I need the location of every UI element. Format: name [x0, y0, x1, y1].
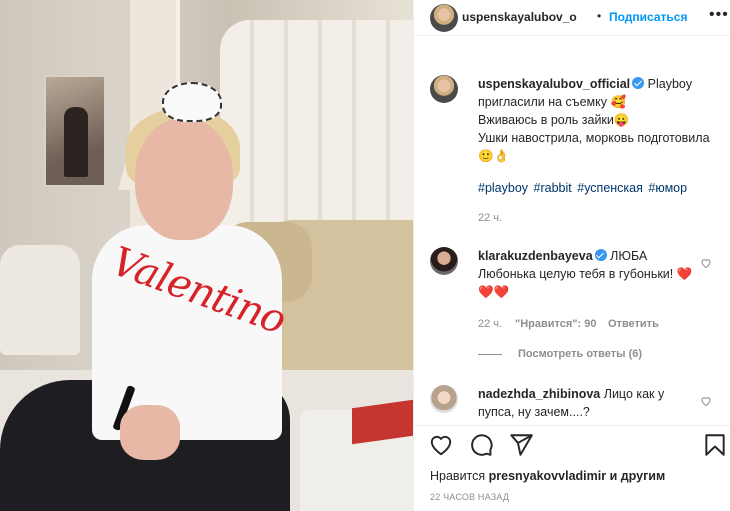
hashtag-link[interactable]: #playboy	[478, 181, 528, 195]
heart-icon[interactable]	[428, 432, 454, 458]
photo-face	[135, 118, 233, 240]
bookmark-icon[interactable]	[702, 432, 728, 458]
post-photo[interactable]: Valentino	[0, 0, 413, 511]
header-username[interactable]: uspenskayalubov_o	[462, 10, 577, 24]
hashtag-link[interactable]: #юмор	[648, 181, 687, 195]
photo-hand	[120, 405, 180, 460]
view-replies-button[interactable]: Посмотреть ответы (6)	[518, 348, 642, 360]
author-avatar[interactable]	[430, 4, 458, 32]
comment-avatar[interactable]	[430, 385, 458, 413]
comment-username[interactable]: klarakuzdenbayeva	[478, 249, 593, 263]
hashtag-link[interactable]: #успенская	[577, 181, 643, 195]
verified-badge-icon	[594, 249, 607, 261]
caption-hashtags: #playboy #rabbit #успенская #юмор	[478, 179, 713, 197]
photo-bow	[162, 82, 222, 122]
caption-avatar[interactable]	[430, 75, 458, 103]
caption-username[interactable]: uspenskayalubov_official	[478, 77, 630, 91]
share-icon[interactable]	[508, 432, 534, 458]
comment-text: nadezhda_zhibinova Лицо как у пупса, ну …	[478, 385, 693, 421]
comment-icon[interactable]	[468, 432, 494, 458]
header-separator: •	[597, 9, 602, 23]
comment-username[interactable]: nadezhda_zhibinova	[478, 387, 600, 401]
comments-scroll-area[interactable]: uspenskayalubov_official Playboy приглас…	[414, 37, 730, 425]
post-actions-bar: Нравится presnyakovvladimir и другим 22 …	[414, 425, 730, 511]
more-options-icon[interactable]: •••	[709, 6, 729, 24]
comment-reply-button[interactable]: Ответить	[608, 318, 659, 330]
likes-others-link[interactable]: и другим	[610, 469, 666, 483]
follow-button[interactable]: Подписаться	[609, 10, 687, 24]
comment-avatar[interactable]	[430, 247, 458, 275]
likes-user-link[interactable]: presnyakovvladimir	[489, 469, 606, 483]
comment-like-heart-icon[interactable]	[700, 257, 712, 269]
post-header: uspenskayalubov_o • Подписаться •••	[414, 0, 730, 36]
photo-chair	[0, 245, 80, 355]
replies-divider	[478, 354, 502, 355]
comment-like-heart-icon[interactable]	[700, 395, 712, 407]
likes-summary: Нравится presnyakovvladimir и другим	[430, 469, 665, 483]
comment-like-count[interactable]: "Нравится": 90	[515, 318, 596, 330]
comment-text: klarakuzdenbayeva ЛЮБА Любонька целую те…	[478, 247, 693, 301]
caption-line-2: Вживаюсь в роль зайки😛	[478, 113, 630, 127]
post-timestamp[interactable]: 22 ЧАСОВ НАЗАД	[430, 492, 509, 502]
caption-text: uspenskayalubov_official Playboy приглас…	[478, 75, 713, 165]
post-side-panel: uspenskayalubov_o • Подписаться ••• uspe…	[413, 0, 730, 511]
caption-line-3: Ушки навострила, морковь подготовила 🙂👌	[478, 131, 710, 163]
photo-wall-picture	[44, 75, 106, 187]
caption-time[interactable]: 22 ч.	[478, 212, 502, 224]
comment-time[interactable]: 22 ч.	[478, 318, 502, 330]
hashtag-link[interactable]: #rabbit	[534, 181, 572, 195]
likes-prefix: Нравится	[430, 469, 486, 483]
verified-badge-icon	[632, 77, 645, 89]
